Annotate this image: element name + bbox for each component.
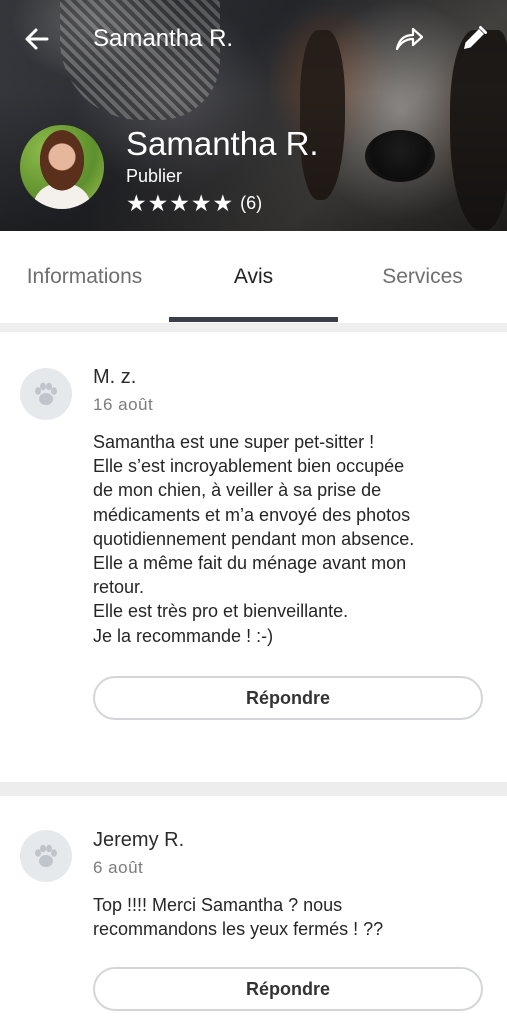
review-line: retour. (93, 577, 145, 598)
review-line: recommandons les yeux fermés ! ?? (93, 919, 384, 940)
review-line: Samantha est une super pet-sitter ! (93, 432, 375, 452)
tab-bar: Informations Avis Services (0, 231, 507, 323)
reply-button[interactable]: Répondre (93, 967, 483, 1011)
review-text: Top !!!! Merci Samantha ? nous recommand… (93, 893, 483, 941)
review-line: quotidiennement pendant mon absence. (93, 528, 415, 549)
review-line: Elle s’est incroyablement bien occupée (93, 456, 405, 477)
review-date: 6 août (93, 858, 144, 877)
avatar[interactable] (20, 125, 104, 209)
rating-count: (6) (240, 192, 263, 213)
divider (0, 323, 507, 332)
review-card: Jeremy R. 6 août Top !!!! Merci Samantha… (0, 796, 507, 1024)
share-icon[interactable] (392, 22, 426, 56)
profile-header: Samantha R. Samantha R. Publier ★★★★★ (6… (0, 0, 507, 231)
profile-name: Samantha R. (126, 125, 319, 162)
paw-icon (20, 368, 72, 420)
star-rating-icons: ★★★★★ (126, 189, 235, 216)
paw-icon (20, 830, 72, 882)
reply-button[interactable]: Répondre (93, 676, 483, 720)
arrow-left-icon[interactable] (22, 24, 52, 54)
review-line: Elle a même fait du ménage avant mon (93, 553, 407, 574)
tab-informations[interactable]: Informations (0, 231, 169, 323)
review-author: Jeremy R. (93, 829, 185, 851)
review-line: Je la recommande ! :-) (93, 625, 274, 646)
review-line: médicaments et m’a envoyé des photos (93, 504, 411, 525)
tab-avis[interactable]: Avis (169, 231, 338, 323)
rating: ★★★★★ (6) (126, 190, 262, 216)
pencil-icon[interactable] (457, 22, 491, 56)
review-date: 16 août (93, 395, 154, 414)
review-author: M. z. (93, 366, 137, 388)
profile-role: Publier (126, 166, 183, 186)
review-line: Top !!!! Merci Samantha ? nous (93, 895, 343, 915)
review-text: Samantha est une super pet-sitter ! Elle… (93, 430, 483, 648)
review-line: de mon chien, à veiller à sa prise de (93, 480, 382, 501)
active-tab-indicator (169, 317, 338, 322)
page-title: Samantha R. (93, 25, 234, 52)
review-line: Elle est très pro et bienveillante. (93, 601, 349, 622)
review-card: M. z. 16 août Samantha est une super pet… (0, 332, 507, 782)
tab-services[interactable]: Services (338, 231, 507, 323)
